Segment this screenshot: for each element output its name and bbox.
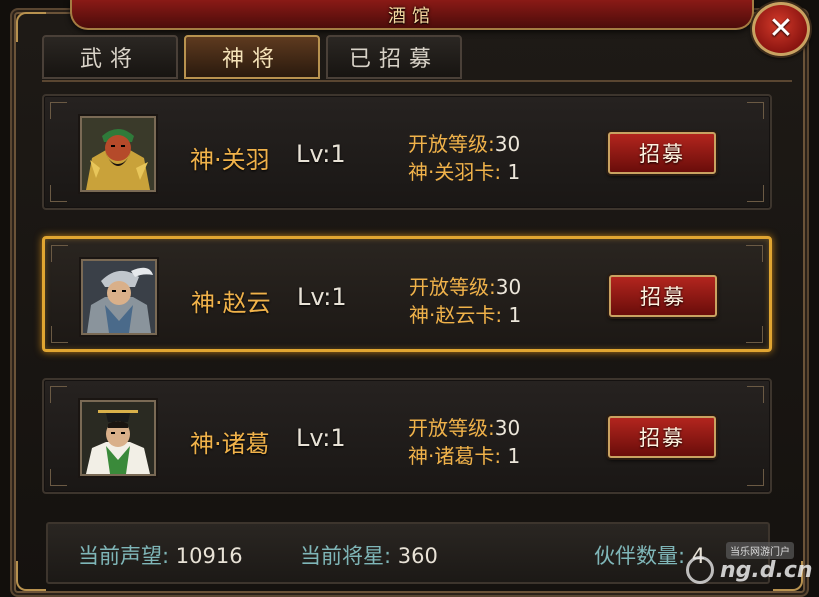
window-title: 酒馆: [388, 6, 436, 27]
open-level: 开放等级:30: [409, 271, 521, 300]
reputation-stat: 当前声望: 10916: [78, 540, 243, 570]
card-count-value: 1: [507, 160, 521, 184]
recruit-button[interactable]: 招募: [609, 275, 717, 317]
hero-portrait-guanyu: [80, 116, 156, 192]
open-level-label: 开放等级:: [408, 416, 495, 440]
card-count-label: 神·诸葛卡:: [408, 444, 502, 468]
hero-card-zhuge[interactable]: 神·诸葛 Lv:1 开放等级:30 神·诸葛卡: 1 招募: [42, 378, 772, 494]
open-level-value: 30: [495, 275, 522, 299]
card-corner-ornament: [747, 185, 764, 202]
recruit-button[interactable]: 招募: [608, 416, 716, 458]
tab-divider: [42, 80, 792, 82]
card-count-label: 神·赵云卡:: [409, 303, 503, 327]
hero-level: Lv:1: [296, 140, 346, 168]
card-corner-ornament: [747, 469, 764, 486]
hero-card-count: 神·诸葛卡: 1: [408, 440, 520, 469]
close-button[interactable]: ✕: [752, 2, 810, 56]
open-level: 开放等级:30: [408, 128, 520, 157]
hero-name: 神·赵云: [191, 289, 271, 317]
hero-portrait-zhaoyun: [81, 259, 157, 335]
hero-name: 神·关羽: [190, 146, 270, 174]
card-corner-ornament: [51, 326, 68, 343]
card-corner-ornament: [50, 102, 67, 119]
hero-card-guanyu[interactable]: 神·关羽 Lv:1 开放等级:30 神·关羽卡: 1 招募: [42, 94, 772, 210]
partner-label: 伙伴数量:: [594, 544, 686, 568]
tab-bar: 武将 神将 已招募: [42, 35, 462, 81]
watermark-logo-icon: [686, 556, 714, 584]
card-corner-ornament: [746, 245, 763, 262]
general-star-label: 当前将星:: [300, 544, 392, 568]
title-banner: 酒馆: [70, 0, 754, 30]
tab-generals[interactable]: 武将: [42, 35, 178, 79]
card-corner-ornament: [746, 326, 763, 343]
hero-name: 神·诸葛: [190, 430, 270, 458]
status-footer: 当前声望: 10916 当前将星: 360 伙伴数量: 4: [46, 522, 770, 584]
card-count-label: 神·关羽卡:: [408, 160, 502, 184]
watermark-caption: 当乐网游门户: [726, 542, 794, 559]
close-icon: ✕: [768, 11, 794, 46]
card-corner-ornament: [747, 102, 764, 119]
hero-card-count: 神·关羽卡: 1: [408, 156, 520, 185]
reputation-label: 当前声望:: [78, 544, 170, 568]
card-corner-ornament: [747, 386, 764, 403]
open-level-value: 30: [494, 132, 521, 156]
open-level-label: 开放等级:: [409, 275, 496, 299]
card-corner-ornament: [50, 185, 67, 202]
hero-level: Lv:1: [296, 424, 346, 452]
general-star-stat: 当前将星: 360: [300, 540, 438, 570]
hero-list: 神·关羽 Lv:1 开放等级:30 神·关羽卡: 1 招募 神·赵云 Lv:1 …: [42, 94, 772, 520]
open-level: 开放等级:30: [408, 412, 520, 441]
open-level-label: 开放等级:: [408, 132, 495, 156]
card-count-value: 1: [508, 303, 522, 327]
hero-portrait-zhuge: [80, 400, 156, 476]
recruit-button[interactable]: 招募: [608, 132, 716, 174]
tab-recruited[interactable]: 已招募: [326, 35, 462, 79]
hero-card-count: 神·赵云卡: 1: [409, 299, 521, 328]
card-corner-ornament: [50, 469, 67, 486]
hero-level: Lv:1: [297, 283, 347, 311]
open-level-value: 30: [494, 416, 521, 440]
hero-card-zhaoyun[interactable]: 神·赵云 Lv:1 开放等级:30 神·赵云卡: 1 招募: [42, 236, 772, 352]
reputation-value: 10916: [175, 544, 243, 568]
general-star-value: 360: [397, 544, 438, 568]
frame-corner-ornament: [16, 561, 46, 591]
card-corner-ornament: [51, 245, 68, 262]
tab-divine-generals[interactable]: 神将: [184, 35, 320, 79]
card-count-value: 1: [507, 444, 521, 468]
card-corner-ornament: [50, 386, 67, 403]
watermark: 当乐网游门户 ng.d.cn: [686, 540, 814, 590]
watermark-text: ng.d.cn: [720, 558, 813, 583]
